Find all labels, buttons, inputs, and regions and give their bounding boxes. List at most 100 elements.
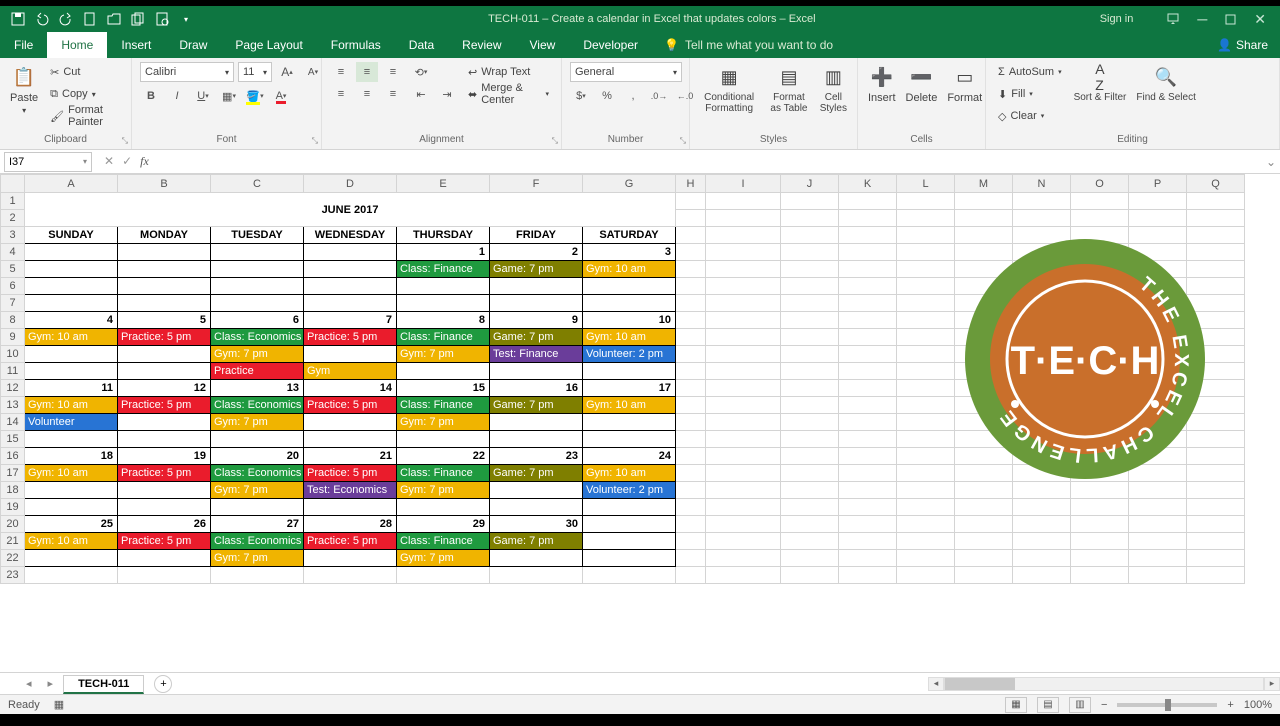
clear-button[interactable]: ◇Clear▾	[994, 106, 1066, 126]
conditional-formatting-button[interactable]: ▦Conditional Formatting	[698, 62, 760, 116]
wrap-text-button[interactable]: ↩Wrap Text	[464, 62, 553, 82]
paste-label: Paste	[10, 92, 38, 104]
tab-draw[interactable]: Draw	[165, 32, 221, 58]
zoom-slider[interactable]	[1117, 703, 1217, 707]
increase-indent-icon[interactable]: ⇥	[436, 84, 458, 104]
tab-insert[interactable]: Insert	[107, 32, 165, 58]
tab-review[interactable]: Review	[448, 32, 515, 58]
insert-cells-button[interactable]: ➕Insert	[866, 62, 898, 106]
expand-formula-bar-icon[interactable]: ⌄	[1262, 155, 1280, 169]
border-icon[interactable]: ▦▾	[218, 86, 240, 106]
format-cells-button[interactable]: ▭Format	[945, 62, 984, 106]
page-break-view-icon[interactable]: ▥	[1069, 697, 1091, 713]
font-color-icon[interactable]: A▾	[270, 86, 292, 106]
decrease-indent-icon[interactable]: ⇤	[410, 84, 432, 104]
close-icon[interactable]: ✕	[1254, 11, 1266, 28]
tell-me[interactable]: 💡 Tell me what you want to do	[664, 38, 833, 52]
hscroll-left-icon[interactable]: ◂	[928, 677, 944, 691]
number-format-select[interactable]: General▾	[570, 62, 682, 82]
fill-color-icon[interactable]: 🪣▾	[244, 86, 266, 106]
cell-styles-button[interactable]: ▥Cell Styles	[818, 62, 849, 116]
cancel-formula-icon[interactable]: ✕	[104, 154, 114, 169]
cf-icon: ▦	[716, 64, 742, 90]
italic-icon[interactable]: I	[166, 86, 188, 106]
sign-in-link[interactable]: Sign in	[1100, 13, 1134, 25]
open-icon[interactable]	[106, 11, 122, 27]
orientation-icon[interactable]: ⟲▾	[410, 62, 432, 82]
align-center-icon[interactable]: ≡	[356, 84, 378, 104]
worksheet-grid[interactable]: ABCDEFGHIJKLMNOPQ1JUNE 201723SUNDAYMONDA…	[0, 174, 1280, 672]
autosum-label: AutoSum	[1009, 66, 1054, 78]
copy-icon[interactable]	[130, 11, 146, 27]
fx-icon[interactable]: fx	[140, 154, 149, 169]
number-launcher-icon[interactable]: ⤡	[680, 136, 686, 146]
tab-view[interactable]: View	[516, 32, 570, 58]
hscroll-thumb[interactable]	[945, 678, 1015, 690]
format-icon: ▭	[952, 64, 978, 90]
zoom-out-icon[interactable]: −	[1101, 699, 1107, 711]
maximize-icon[interactable]	[1225, 14, 1236, 25]
cut-button[interactable]: ✂Cut	[46, 62, 123, 82]
tab-home[interactable]: Home	[47, 32, 107, 58]
clipboard-launcher-icon[interactable]: ⤡	[122, 136, 128, 146]
font-size-select[interactable]: 11▾	[238, 62, 272, 82]
lightbulb-icon: 💡	[664, 38, 679, 52]
hscroll-track[interactable]	[944, 677, 1264, 691]
delete-cells-button[interactable]: ➖Delete	[904, 62, 940, 106]
macro-record-icon[interactable]: ▦	[54, 698, 64, 711]
find-select-button[interactable]: 🔍Find & Select	[1134, 62, 1197, 105]
undo-icon[interactable]	[34, 11, 50, 27]
ribbon-options-icon[interactable]	[1167, 13, 1179, 25]
sort-filter-button[interactable]: AZSort & Filter	[1072, 62, 1129, 105]
format-painter-button[interactable]: 🖌Format Painter	[46, 106, 123, 126]
minimize-icon[interactable]: ─	[1197, 11, 1207, 27]
sheet-tab[interactable]: TECH-011	[63, 675, 144, 694]
zoom-in-icon[interactable]: +	[1227, 699, 1233, 711]
copy-button[interactable]: ⧉Copy▾	[46, 84, 123, 104]
sheet-nav-next-icon[interactable]: ▸	[42, 677, 60, 690]
paste-button[interactable]: 📋 Paste ▾	[8, 62, 40, 117]
tab-page-layout[interactable]: Page Layout	[221, 32, 316, 58]
tell-me-label: Tell me what you want to do	[685, 38, 833, 52]
decrease-font-icon[interactable]: A▾	[302, 62, 324, 82]
increase-font-icon[interactable]: A▴	[276, 62, 298, 82]
redo-icon[interactable]	[58, 11, 74, 27]
comma-icon[interactable]: ,	[622, 86, 644, 106]
normal-view-icon[interactable]: ▦	[1005, 697, 1027, 713]
percent-icon[interactable]: %	[596, 86, 618, 106]
align-top-icon[interactable]: ≡	[330, 62, 352, 82]
autosum-button[interactable]: ΣAutoSum▾	[994, 62, 1066, 82]
underline-icon[interactable]: U▾	[192, 86, 214, 106]
align-left-icon[interactable]: ≡	[330, 84, 352, 104]
formula-input[interactable]	[157, 152, 1262, 172]
page-layout-view-icon[interactable]: ▤	[1037, 697, 1059, 713]
new-sheet-button[interactable]: +	[154, 675, 172, 693]
cut-label: Cut	[63, 66, 80, 78]
align-right-icon[interactable]: ≡	[382, 84, 404, 104]
qat-dropdown-icon[interactable]: ▾	[178, 11, 194, 27]
tab-developer[interactable]: Developer	[569, 32, 652, 58]
name-box[interactable]: I37▾	[4, 152, 92, 172]
fill-button[interactable]: ⬇Fill▾	[994, 84, 1066, 104]
save-icon[interactable]	[10, 11, 26, 27]
sheet-nav-prev-icon[interactable]: ◂	[20, 677, 38, 690]
print-preview-icon[interactable]	[154, 11, 170, 27]
increase-decimal-icon[interactable]: .0→	[648, 86, 670, 106]
new-icon[interactable]	[82, 11, 98, 27]
tab-file[interactable]: File	[0, 32, 47, 58]
share-button[interactable]: 👤 Share	[1217, 38, 1268, 52]
enter-formula-icon[interactable]: ✓	[122, 154, 132, 169]
align-middle-icon[interactable]: ≡	[356, 62, 378, 82]
alignment-launcher-icon[interactable]: ⤡	[552, 136, 558, 146]
font-name-select[interactable]: Calibri▾	[140, 62, 234, 82]
bold-icon[interactable]: B	[140, 86, 162, 106]
hscroll-right-icon[interactable]: ▸	[1264, 677, 1280, 691]
tab-formulas[interactable]: Formulas	[317, 32, 395, 58]
zoom-level[interactable]: 100%	[1244, 699, 1272, 711]
font-launcher-icon[interactable]: ⤡	[312, 136, 318, 146]
accounting-icon[interactable]: $▾	[570, 86, 592, 106]
format-as-table-button[interactable]: ▤Format as Table	[766, 62, 811, 116]
merge-center-button[interactable]: ⬌Merge & Center▾	[464, 84, 553, 104]
align-bottom-icon[interactable]: ≡	[382, 62, 404, 82]
tab-data[interactable]: Data	[395, 32, 448, 58]
